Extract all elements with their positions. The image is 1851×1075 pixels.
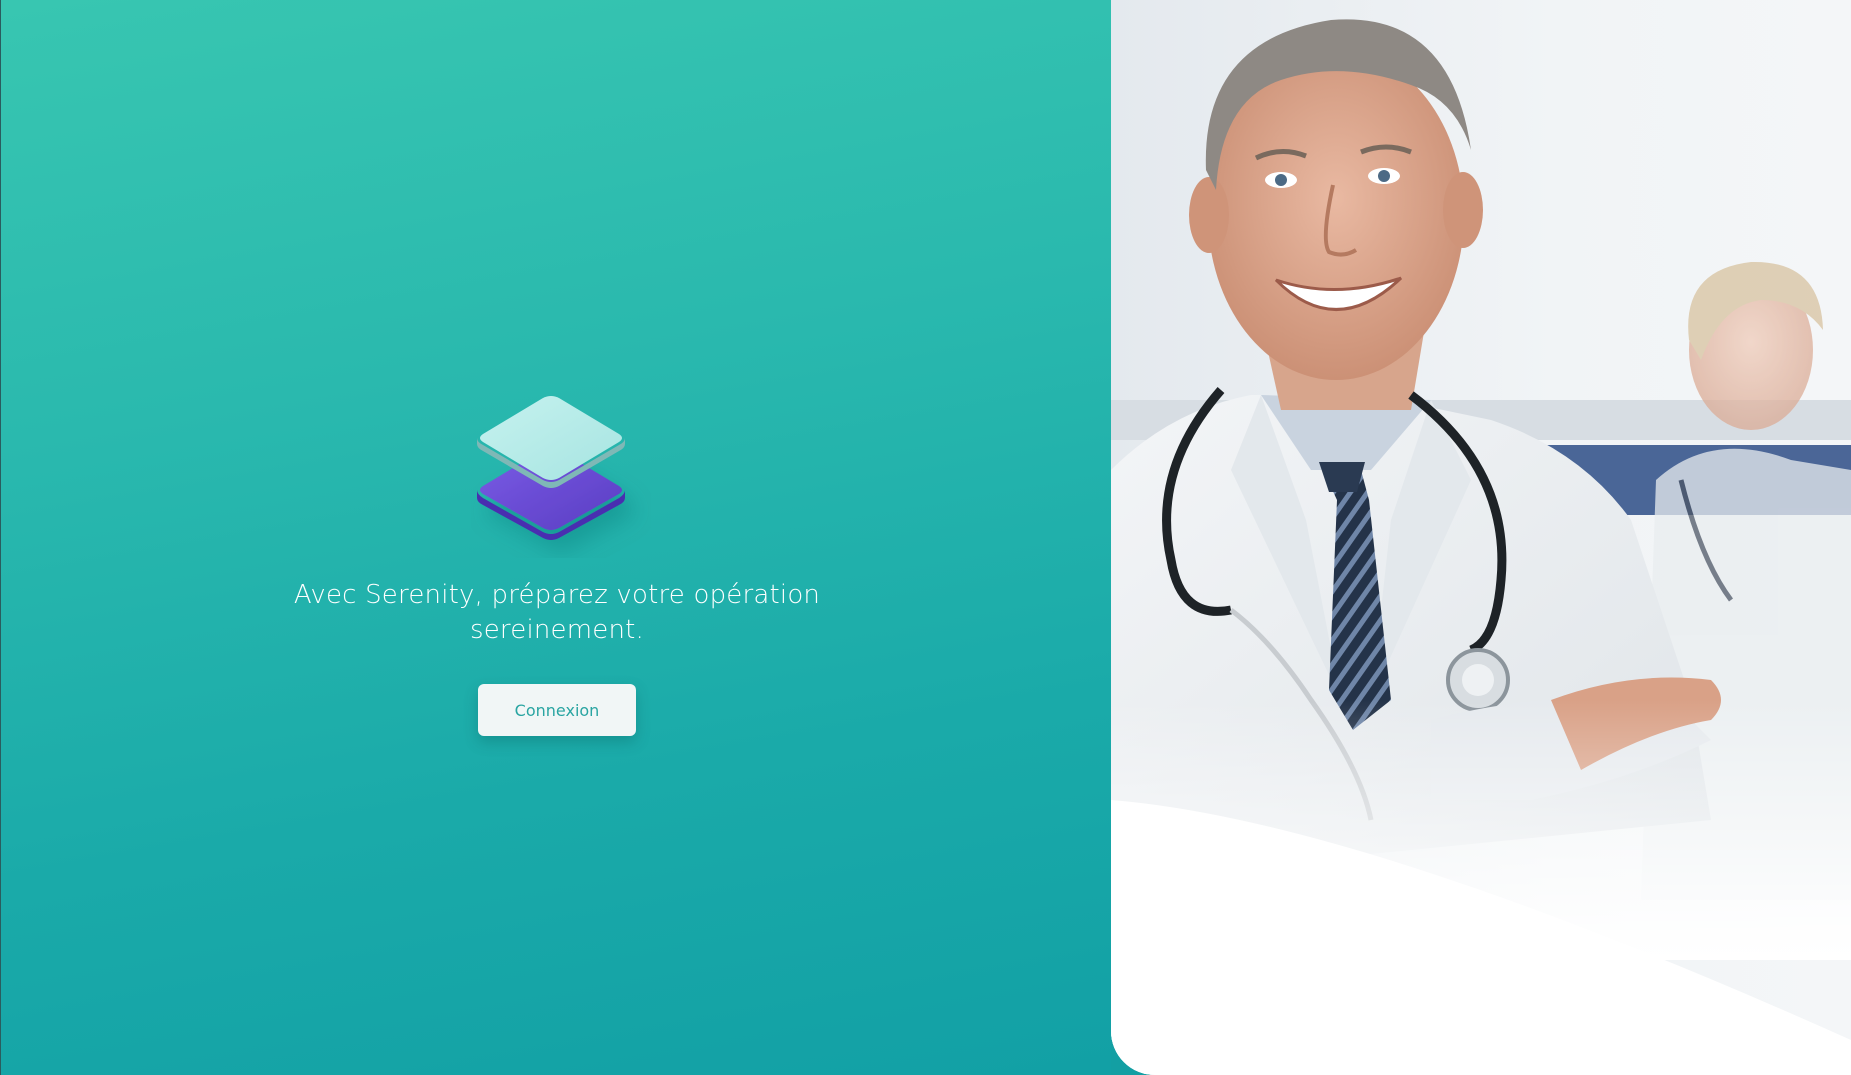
photo-panel [1111,0,1851,1075]
welcome-page: Avec Serenity, préparez votre opération … [0,0,1851,1075]
hero-section: Avec Serenity, préparez votre opération … [1,0,1112,1075]
layers-icon [477,396,625,540]
doctor-photo [1111,0,1851,1075]
login-button[interactable]: Connexion [478,684,636,736]
tagline-line-2: sereinement. [469,615,644,645]
tagline-line-1: Avec Serenity, préparez votre opération [293,580,821,610]
welcome-panel: Avec Serenity, préparez votre opération … [0,0,1111,1075]
tagline: Avec Serenity, préparez votre opération … [181,578,933,648]
